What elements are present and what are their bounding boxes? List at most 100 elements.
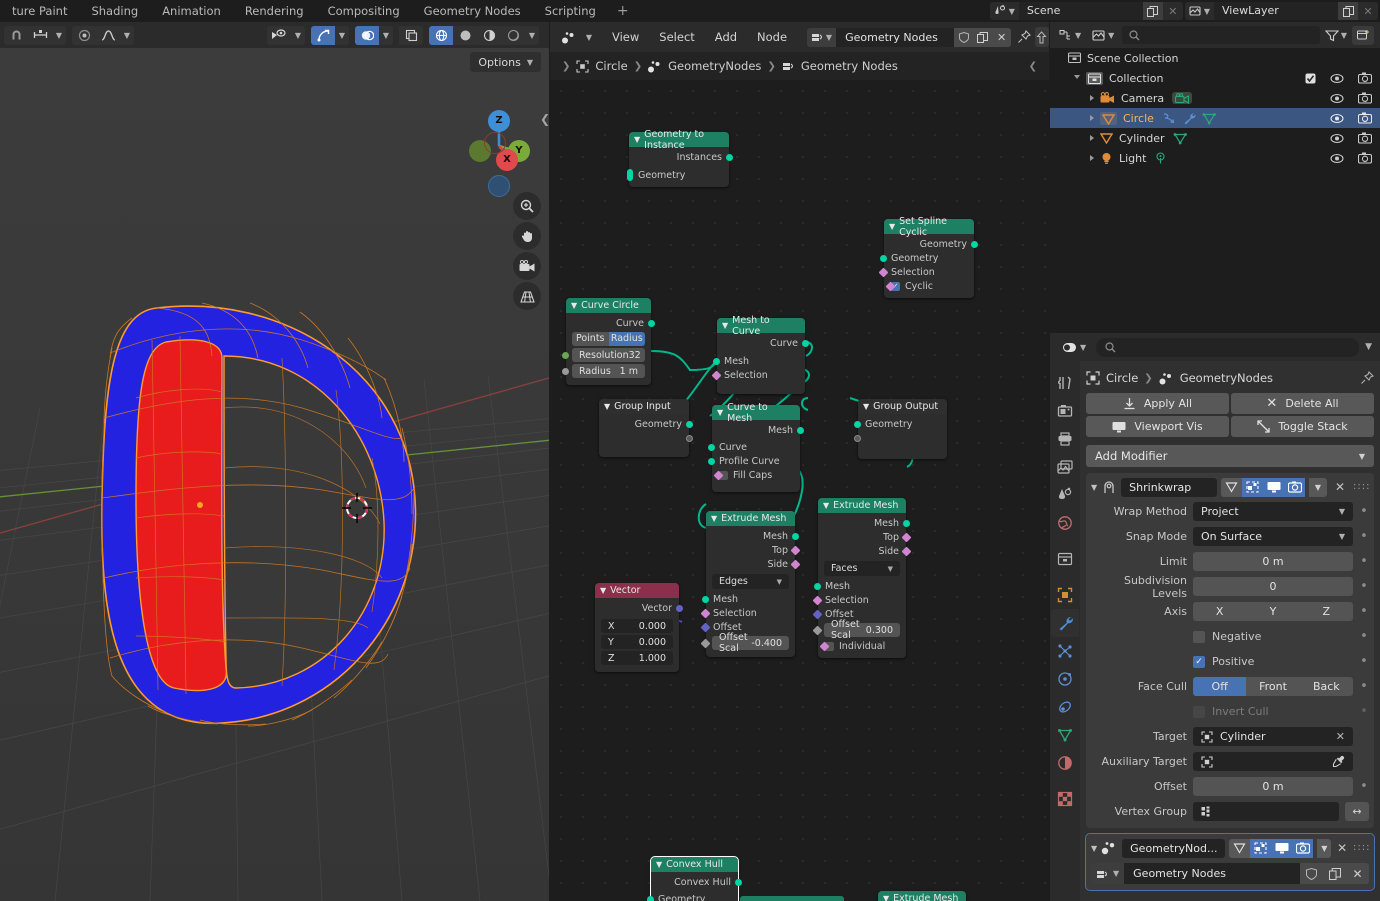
modifier-delete-x-icon[interactable]: ✕: [1335, 841, 1349, 855]
shield-fake-user-icon[interactable]: [954, 27, 974, 47]
node-convex-hull[interactable]: ▼ Convex Hull Convex Hull Geometry: [647, 856, 742, 901]
render-camera-icon[interactable]: [1358, 72, 1372, 84]
node-output-mesh[interactable]: Mesh: [818, 516, 910, 530]
node-geometry-to-instance[interactable]: ▼ Geometry to Instance Instances Geometr…: [627, 129, 733, 187]
checkbox-negative[interactable]: Negative: [1193, 630, 1353, 643]
node-output-geometry[interactable]: Geometry: [884, 237, 978, 251]
node-output-side[interactable]: Side: [818, 544, 912, 558]
socket-geometry[interactable]: [647, 895, 654, 901]
collapse-chevron-down-icon[interactable]: ▼: [717, 408, 723, 417]
overlays-icon[interactable]: [355, 25, 379, 45]
node-group-output[interactable]: ▼ Group Output Geometry: [854, 399, 947, 459]
node-tree-browse-icon[interactable]: ▼: [806, 27, 837, 47]
socket-geometry[interactable]: [854, 420, 861, 428]
socket-selection[interactable]: [878, 267, 889, 277]
tab-render[interactable]: [1051, 397, 1079, 425]
gizmo-icon[interactable]: [311, 25, 335, 45]
tab-scene[interactable]: [1051, 481, 1079, 509]
on-cage-display-toggle[interactable]: [1250, 838, 1272, 858]
breadcrumb-modifier-name[interactable]: GeometryNodes: [1180, 371, 1273, 385]
delete-all-button[interactable]: ✕ Delete All: [1231, 393, 1374, 414]
animate-dot-icon[interactable]: •: [1359, 504, 1369, 519]
tab-modifiers[interactable]: [1051, 609, 1079, 637]
menu-view[interactable]: View: [602, 30, 649, 44]
positive-checkbox[interactable]: ✓: [1193, 655, 1205, 668]
workspace-tab-compositing[interactable]: Compositing: [316, 0, 412, 22]
eye-icon[interactable]: [1330, 113, 1344, 124]
socket-resolution[interactable]: [562, 351, 569, 359]
gizmo-axis-z-negative[interactable]: [488, 175, 510, 197]
tab-world[interactable]: [1051, 509, 1079, 537]
menu-add[interactable]: Add: [705, 30, 747, 44]
scene-name[interactable]: Scene: [1018, 2, 1143, 20]
collapse-chevron-down-icon[interactable]: ▼: [711, 514, 717, 523]
node-output-mesh[interactable]: Mesh: [712, 423, 804, 437]
node-input-individual[interactable]: Individual: [818, 639, 906, 653]
node-header[interactable]: ▼ Curve to Mesh: [712, 402, 800, 424]
properties-chevron-down-icon[interactable]: ▼: [1365, 342, 1372, 352]
falloff-chevron-down-icon[interactable]: ▼: [120, 25, 134, 45]
shading-wireframe-icon[interactable]: [429, 25, 453, 45]
collapse-chevron-down-icon[interactable]: ▼: [722, 321, 728, 330]
viewport-vis-button[interactable]: Viewport Vis: [1086, 416, 1229, 437]
socket-offset-scale[interactable]: [700, 638, 711, 648]
workspace-tab-scripting[interactable]: Scripting: [533, 0, 608, 22]
node-input-fill-caps[interactable]: Fill Caps: [712, 468, 800, 482]
collapse-chevron-down-icon[interactable]: ▼: [656, 860, 662, 869]
shield-fake-user-icon[interactable]: [1300, 863, 1323, 884]
socket-virtual[interactable]: [854, 434, 861, 442]
drag-handle-icon[interactable]: ::::: [1353, 482, 1369, 492]
animate-dot-icon[interactable]: •: [1359, 529, 1369, 544]
gizmo-group[interactable]: ▼: [311, 25, 349, 45]
unlink-x-icon[interactable]: ✕: [1346, 863, 1369, 884]
node-header[interactable]: ▼ Extrude Mesh: [818, 498, 906, 513]
editor-type-selector[interactable]: ▼: [556, 27, 596, 47]
node-header[interactable]: ▼ Vector: [595, 583, 679, 598]
socket-geometry-out[interactable]: [971, 240, 978, 248]
segmented-face-cull[interactable]: Off Front Back: [1193, 677, 1353, 696]
node-input-selection[interactable]: Selection: [812, 593, 906, 607]
proportional-edit-group[interactable]: ▼: [72, 25, 134, 45]
snap-group[interactable]: ▼: [4, 25, 66, 45]
input-subdivision-levels[interactable]: 0: [1193, 577, 1353, 596]
properties-search-input[interactable]: [1096, 337, 1360, 357]
node-extrude-mesh-3[interactable]: ▼ Extrude Mesh Mesh: [878, 891, 966, 901]
node-input-selection[interactable]: Selection: [711, 368, 805, 382]
render-display-toggle[interactable]: [1292, 838, 1314, 858]
node-curve-circle[interactable]: ▼ Curve Circle Curve Points Radius Resol…: [562, 298, 655, 385]
viewlayer-icon[interactable]: ▼: [1184, 2, 1214, 20]
pan-hand-icon[interactable]: [513, 222, 541, 250]
tab-constraints[interactable]: [1051, 693, 1079, 721]
node-header[interactable]: ▼ Group Output: [858, 399, 947, 414]
geometry-nodes-icon[interactable]: [556, 27, 582, 47]
node-input-cyclic[interactable]: ✓ Cyclic: [884, 279, 974, 293]
pin-icon[interactable]: [1017, 30, 1031, 44]
animate-dot-icon[interactable]: •: [1359, 579, 1369, 594]
edit-mode-display-toggle[interactable]: [1221, 477, 1242, 497]
apply-all-button[interactable]: Apply All: [1086, 393, 1229, 414]
breadcrumb-object-name[interactable]: Circle: [1106, 371, 1138, 385]
input-limit[interactable]: 0 m: [1193, 552, 1353, 571]
socket-instances[interactable]: [726, 153, 733, 161]
node-header[interactable]: ▼ Extrude Mesh: [878, 891, 966, 901]
socket-offset[interactable]: [812, 609, 823, 619]
socket-side[interactable]: [901, 546, 912, 556]
field-resolution[interactable]: Resolution 32: [562, 348, 645, 362]
eye-icon[interactable]: [1330, 133, 1344, 144]
workspace-tab-geometry-nodes[interactable]: Geometry Nodes: [412, 0, 533, 22]
dropdown-snap-mode[interactable]: On Surface ▼: [1193, 527, 1353, 546]
mode-radius[interactable]: Radius: [608, 332, 645, 346]
visibility-chevron-down-icon[interactable]: ▼: [291, 25, 305, 45]
node-tree-selector[interactable]: ▼ Geometry Nodes ✕: [806, 27, 1012, 47]
menu-select[interactable]: Select: [649, 30, 704, 44]
collapse-chevron-down-icon[interactable]: ▼: [1091, 483, 1097, 492]
expand-triangle-right-icon[interactable]: [1090, 95, 1094, 101]
input-offset[interactable]: 0 m: [1193, 777, 1353, 796]
node-input-selection[interactable]: Selection: [878, 265, 974, 279]
socket-radius[interactable]: [562, 367, 569, 375]
viewlayer-duplicate-icon[interactable]: [1338, 2, 1358, 20]
node-extrude-mesh-2[interactable]: ▼ Extrude Mesh Mesh Top Side Faces ▼ Mes…: [812, 498, 912, 658]
breadcrumb-back-icon[interactable]: ❯: [562, 61, 570, 72]
checkbox-positive[interactable]: ✓ Positive: [1193, 655, 1353, 668]
socket-top[interactable]: [901, 532, 912, 542]
